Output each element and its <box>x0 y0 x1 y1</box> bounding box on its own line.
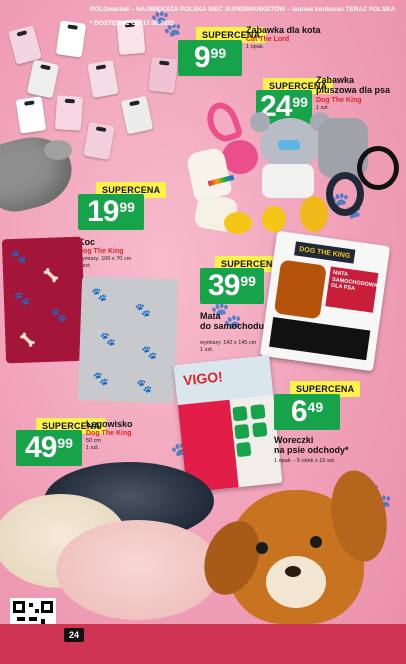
price-decimal: 99 <box>240 273 256 289</box>
price-decimal: 99 <box>57 435 73 451</box>
mat-brand-label: DOG THE KING <box>294 241 356 264</box>
footer-bar <box>0 624 406 664</box>
page-number: 24 <box>64 628 84 642</box>
red-blanket-image: 🐾 🦴 🐾 🐾 🦴 <box>1 236 87 364</box>
pink-bed-image <box>56 520 220 620</box>
leaflet-page: 🐾 🐾 🐾 🐾 🐾 SUPERCENA 9 99 Zabawka dla kot… <box>0 0 406 664</box>
product-5-name-line-2: na psie odchody* <box>274 445 349 455</box>
price-decimal: 99 <box>210 45 227 61</box>
product-1-meta: 1 opak. <box>246 44 265 50</box>
price-decimal: 99 <box>119 199 135 215</box>
mat-package-bottom <box>269 316 371 361</box>
price-integer: 19 <box>87 195 119 228</box>
product-4-price: 39 99 <box>200 268 264 304</box>
cat-paw-toe <box>44 140 72 160</box>
price-decimal: 49 <box>307 399 324 415</box>
product-3-price: 19 99 <box>78 194 144 230</box>
product-4-name-line-2: do samochodu <box>200 321 265 331</box>
product-4-meta-qty: 1 szt. <box>200 347 214 353</box>
price-integer: 39 <box>208 269 240 302</box>
product-3-brand: Dog The King <box>78 248 124 255</box>
footer-text: POLOmarket – NAJWIĘKSZA POLSKA SIEĆ SUPE… <box>90 6 396 13</box>
grey-blanket-image: 🐾 🐾 🐾 🐾 🐾 🐾 <box>77 276 179 404</box>
poop-bags-package-image: VIGO! <box>173 355 283 493</box>
product-5-price: 6 49 <box>274 394 340 430</box>
footer-note: * DOSTĘPNE OD 17.06.2025 <box>90 20 175 27</box>
product-6-name: Legowisko <box>86 419 133 429</box>
product-2-brand: Dog The King <box>316 97 362 104</box>
product-6-meta-qty: 1 szt. <box>86 445 100 451</box>
price-integer: 49 <box>25 431 57 464</box>
price-integer: 6 <box>290 395 308 428</box>
product-6-brand: Dog The King <box>86 430 132 437</box>
price-integer: 9 <box>193 41 211 74</box>
product-1-price: 9 99 <box>178 40 242 76</box>
product-6-price: 49 99 <box>16 430 82 466</box>
mat-label: MATA SAMOCHODOWA DLA PSA <box>325 266 379 313</box>
dog-photo <box>273 259 327 320</box>
price-decimal: 99 <box>292 94 308 110</box>
product-5-meta: 1 opak. - 5 rolek x 15 szt. <box>274 458 336 464</box>
car-mat-package-image: DOG THE KING MATA SAMOCHODOWA DLA PSA <box>259 230 391 372</box>
product-1-brand: Cat The Lord <box>246 36 290 43</box>
product-2-name-line-2: pluszowa dla psa <box>316 85 391 95</box>
product-1-name: Zabawka dla kota <box>246 25 321 35</box>
